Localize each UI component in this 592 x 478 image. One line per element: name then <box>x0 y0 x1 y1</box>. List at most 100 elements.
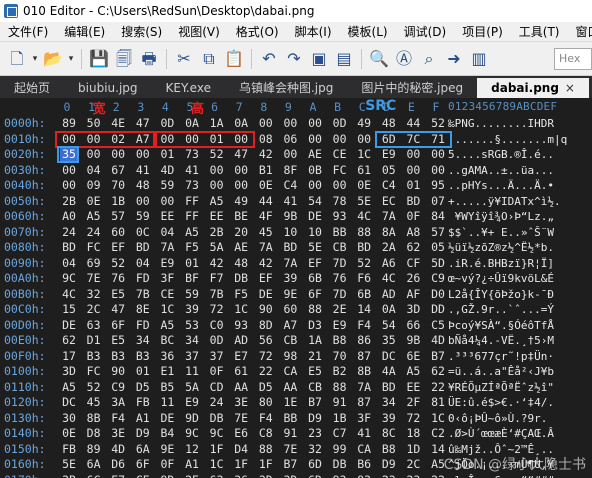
hex-byte[interactable]: 59 <box>183 287 201 303</box>
hex-byte[interactable]: FB <box>60 442 78 458</box>
hex-byte[interactable]: CB <box>331 240 349 256</box>
hex-byte[interactable]: DB <box>208 411 226 427</box>
hex-byte[interactable]: 18 <box>404 426 422 442</box>
hex-byte[interactable]: 4C <box>380 271 398 287</box>
hex-byte[interactable]: 00 <box>208 163 226 179</box>
hex-byte[interactable]: DE <box>60 318 78 334</box>
hex-byte[interactable]: 24 <box>85 225 103 241</box>
hex-byte[interactable]: 37 <box>183 349 201 365</box>
hex-byte[interactable]: 93 <box>355 473 373 478</box>
hex-byte[interactable]: 6F <box>109 318 127 334</box>
hex-byte[interactable]: 6D <box>306 457 324 473</box>
hex-byte[interactable]: 00 <box>429 163 447 179</box>
hex-byte[interactable]: 00 <box>232 132 250 148</box>
hex-byte[interactable]: 15 <box>60 302 78 318</box>
hex-byte[interactable]: BB <box>331 225 349 241</box>
hex-byte[interactable]: 0D <box>158 116 176 132</box>
hex-byte[interactable]: 47 <box>134 116 152 132</box>
hex-byte[interactable]: FC <box>85 364 103 380</box>
hex-byte[interactable]: 1C <box>232 302 250 318</box>
hex-byte[interactable]: 0B <box>306 163 324 179</box>
hex-byte[interactable]: CA <box>281 364 299 380</box>
hex-byte[interactable]: 10 <box>281 225 299 241</box>
hex-byte[interactable]: 34 <box>134 333 152 349</box>
hex-byte[interactable]: DC <box>60 395 78 411</box>
hex-byte[interactable]: CD <box>208 380 226 396</box>
hex-byte[interactable]: 1C <box>429 411 447 427</box>
hex-byte[interactable]: 61 <box>232 364 250 380</box>
hex-byte[interactable]: A6 <box>380 256 398 272</box>
hex-byte[interactable]: 7D <box>331 256 349 272</box>
hex-byte[interactable]: 00 <box>183 132 201 148</box>
hex-byte[interactable]: 76 <box>331 271 349 287</box>
hex-byte[interactable]: 06 <box>281 132 299 148</box>
hex-byte[interactable]: 1B <box>331 411 349 427</box>
hex-byte[interactable]: B4 <box>158 426 176 442</box>
ascii-text[interactable]: L2å{ÎY{õÞžo}k-¯Ð <box>448 287 554 303</box>
file-tab[interactable]: 乌镇峰会种图.jpg <box>225 78 347 98</box>
hex-byte[interactable]: 7A <box>158 240 176 256</box>
hex-byte[interactable]: 0F <box>158 457 176 473</box>
hex-byte[interactable]: 39 <box>380 411 398 427</box>
hex-byte[interactable]: 49 <box>232 194 250 210</box>
hex-byte[interactable]: 00 <box>134 147 152 163</box>
hex-byte[interactable]: 09 <box>85 178 103 194</box>
hex-byte[interactable]: 1B <box>109 194 127 210</box>
hex-byte[interactable]: 7D <box>331 287 349 303</box>
hex-byte[interactable]: 17 <box>60 349 78 365</box>
hex-byte[interactable]: DB <box>232 271 250 287</box>
hex-byte[interactable]: A5 <box>183 225 201 241</box>
hex-byte[interactable]: 5D <box>429 256 447 272</box>
hex-byte[interactable]: 0E <box>60 426 78 442</box>
hex-byte[interactable]: 7B <box>208 287 226 303</box>
hex-byte[interactable]: B7 <box>306 395 324 411</box>
hex-byte[interactable]: BD <box>134 240 152 256</box>
paste-alt-icon[interactable]: ▤ <box>333 48 355 70</box>
hex-byte[interactable]: 72 <box>404 411 422 427</box>
ascii-text[interactable]: .³³³677çr˜!p‡Ün· <box>448 349 554 365</box>
hex-byte[interactable]: 84 <box>429 209 447 225</box>
hex-byte[interactable]: 41 <box>281 194 299 210</box>
hex-byte[interactable]: 00 <box>60 163 78 179</box>
hex-byte[interactable]: C4 <box>380 178 398 194</box>
hex-byte[interactable]: BC <box>158 333 176 349</box>
hex-byte[interactable]: 9B <box>281 209 299 225</box>
hex-byte[interactable]: 87 <box>355 349 373 365</box>
hex-byte[interactable]: CE <box>134 473 152 478</box>
copy-icon[interactable]: ⧉ <box>198 48 220 70</box>
hex-byte[interactable]: A1 <box>134 411 152 427</box>
close-icon[interactable]: × <box>565 78 575 98</box>
hex-byte[interactable]: 00 <box>355 132 373 148</box>
hex-byte[interactable]: 1C <box>355 147 373 163</box>
hex-byte[interactable]: 89 <box>60 116 78 132</box>
hex-byte[interactable]: D9 <box>380 457 398 473</box>
find-icon[interactable]: 🔍 <box>368 48 390 70</box>
hex-byte[interactable]: 39 <box>281 271 299 287</box>
hex-byte[interactable]: 07 <box>429 194 447 210</box>
ascii-text[interactable]: ÜE:û.é$>€.·‘‡4/. <box>448 395 554 411</box>
file-tab[interactable]: biubiu.jpg <box>64 78 152 98</box>
hex-byte[interactable]: 62 <box>429 364 447 380</box>
hex-byte[interactable]: 12 <box>183 442 201 458</box>
hex-byte[interactable]: 70 <box>109 178 127 194</box>
hex-byte[interactable]: 0E <box>257 178 275 194</box>
hex-byte[interactable]: 0D <box>331 116 349 132</box>
hex-byte[interactable]: C9 <box>429 271 447 287</box>
hex-byte[interactable]: 1C <box>158 302 176 318</box>
hex-byte[interactable]: F4 <box>355 318 373 334</box>
hex-byte[interactable]: 54 <box>306 194 324 210</box>
hex-byte[interactable]: 45 <box>257 225 275 241</box>
hex-byte[interactable]: 89 <box>85 442 103 458</box>
hex-byte[interactable]: FD <box>134 271 152 287</box>
hex-byte[interactable]: 88 <box>331 380 349 396</box>
hex-byte[interactable]: 5E <box>60 457 78 473</box>
hex-byte[interactable]: 00 <box>281 116 299 132</box>
hex-byte[interactable]: 00 <box>109 147 127 163</box>
hex-byte[interactable]: FF <box>183 209 201 225</box>
hex-byte[interactable]: 88 <box>306 302 324 318</box>
hex-byte[interactable]: A1 <box>183 457 201 473</box>
hex-byte[interactable]: 2B <box>208 225 226 241</box>
hex-byte[interactable]: 0F <box>404 209 422 225</box>
hex-byte[interactable]: 2E <box>331 302 349 318</box>
hex-search-box[interactable]: Hex <box>554 47 592 70</box>
